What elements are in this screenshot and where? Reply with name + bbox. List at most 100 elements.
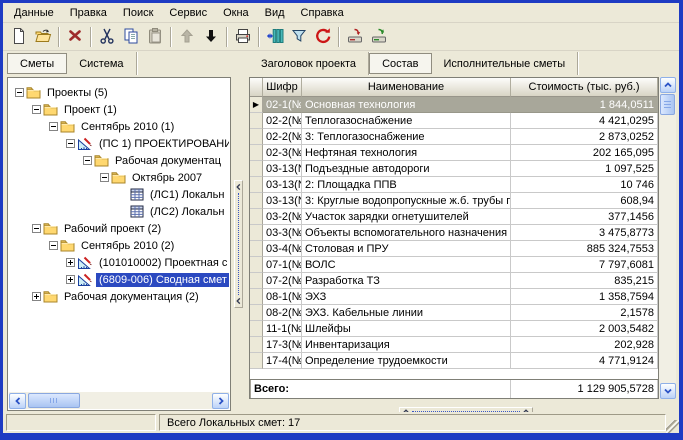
tree-item-label[interactable]: Проект (1) [61,103,120,117]
tree-item-1[interactable]: Проект (1) [9,101,229,118]
tree-item-11[interactable]: (6809-006) Сводная смет [9,271,229,288]
tree-item-0[interactable]: Проекты (5) [9,84,229,101]
fit-columns-button[interactable] [263,26,287,49]
tree-item-5[interactable]: Октябрь 2007 [9,169,229,186]
cell-name[interactable]: Теплогазоснабжение [302,113,511,129]
table-row-10[interactable]: 07-1(№ВОЛС7 797,6081 [250,257,658,273]
cell-code[interactable]: 03-13(№ [263,177,302,193]
tree-item-label[interactable]: (101010002) Проектная с [96,256,229,270]
refresh-button[interactable] [311,26,335,49]
cell-name[interactable]: 3: Круглые водопропускные ж.б. трубы п [302,193,511,209]
filter-button[interactable] [287,26,311,49]
cell-name[interactable]: Участок зарядки огнетушителей [302,209,511,225]
collapse-toggle[interactable] [66,139,75,148]
tree-scrollbar-thumb[interactable] [28,393,80,408]
cell-code[interactable]: 03-3(№ [263,225,302,241]
cell-name[interactable]: Основная технология [302,97,511,113]
vertical-splitter[interactable] [234,180,243,308]
cell-cost[interactable]: 2 003,5482 [511,321,658,337]
cell-name[interactable]: 3: Теплогазоснабжение [302,129,511,145]
cell-code[interactable]: 17-4(№ [263,353,302,369]
scroll-left-button[interactable] [9,393,26,409]
table-vertical-scrollbar[interactable] [659,77,676,399]
tree-item-8[interactable]: Рабочий проект (2) [9,220,229,237]
collapse-toggle[interactable] [15,88,24,97]
table-row-7[interactable]: 03-2(№Участок зарядки огнетушителей377,1… [250,209,658,225]
tree-item-label[interactable]: Рабочая документация (2) [61,290,202,304]
tab-zagolovok-proekta[interactable]: Заголовок проекта [249,52,369,75]
tree-item-label[interactable]: (ЛС1) Локальн [147,188,227,202]
menu-edit[interactable]: Правка [62,4,115,22]
tree-item-9[interactable]: Сентябрь 2010 (2) [9,237,229,254]
tree-item-label[interactable]: (ПС 1) ПРОЕКТИРОВАНИ [96,137,229,151]
cell-code[interactable]: 07-1(№ [263,257,302,273]
tree-item-label[interactable]: Рабочий проект (2) [61,222,164,236]
table-row-2[interactable]: 02-2(№3: Теплогазоснабжение2 873,0252 [250,129,658,145]
move-down-button[interactable] [199,26,223,49]
tree-item-10[interactable]: (101010002) Проектная с [9,254,229,271]
cell-code[interactable]: 02-2(№ [263,113,302,129]
scroll-down-button[interactable] [660,383,676,399]
cell-cost[interactable]: 2 873,0252 [511,129,658,145]
menu-search[interactable]: Поиск [115,4,161,22]
tree-item-label[interactable]: Сентябрь 2010 (1) [78,120,177,134]
scroll-right-button[interactable] [212,393,229,409]
tree-item-label[interactable]: (6809-006) Сводная смет [96,273,229,287]
cell-name[interactable]: Определение трудоемкости [302,353,511,369]
menu-help[interactable]: Справка [293,4,352,22]
cell-code[interactable]: 11-1(№ [263,321,302,337]
expand-toggle[interactable] [66,258,75,267]
cell-name[interactable]: Разработка ТЗ [302,273,511,289]
table-row-12[interactable]: 08-1(№ЭХЗ1 358,7594 [250,289,658,305]
tree-item-3[interactable]: (ПС 1) ПРОЕКТИРОВАНИ [9,135,229,152]
table-row-13[interactable]: 08-2(№ЭХЗ. Кабельные линии2,1578 [250,305,658,321]
export-button[interactable] [367,26,391,49]
collapse-toggle[interactable] [100,173,109,182]
tree-item-label[interactable]: Проекты (5) [44,86,111,100]
tree-item-2[interactable]: Сентябрь 2010 (1) [9,118,229,135]
cell-code[interactable]: 08-2(№ [263,305,302,321]
table-scrollbar-thumb[interactable] [660,94,675,115]
cut-button[interactable] [95,26,119,49]
tree-horizontal-scrollbar[interactable] [9,392,229,409]
open-folder-button[interactable] [31,26,55,49]
print-button[interactable] [231,26,255,49]
cell-code[interactable]: 08-1(№ [263,289,302,305]
cell-cost[interactable]: 4 771,9124 [511,353,658,369]
tab-ispolnitelnye-smety[interactable]: Исполнительные сметы [432,52,579,75]
cell-cost[interactable]: 835,215 [511,273,658,289]
column-header-cost[interactable]: Стоимость (тыс. руб.) [511,78,658,97]
menu-view[interactable]: Вид [257,4,293,22]
cell-name[interactable]: Подъездные автодороги [302,161,511,177]
table-row-5[interactable]: 03-13(№2: Площадка ППВ10 746 [250,177,658,193]
tab-sostav[interactable]: Состав [369,53,431,74]
cell-cost[interactable]: 1 358,7594 [511,289,658,305]
tree-item-4[interactable]: Рабочая документац [9,152,229,169]
cell-name[interactable]: Объекты вспомогательного назначения [302,225,511,241]
delete-button[interactable] [63,26,87,49]
cell-cost[interactable]: 1 097,525 [511,161,658,177]
cell-cost[interactable]: 3 475,8773 [511,225,658,241]
scroll-up-button[interactable] [660,77,676,93]
cell-name[interactable]: Инвентаризация [302,337,511,353]
cell-code[interactable]: 02-2(№ [263,129,302,145]
expand-toggle[interactable] [66,275,75,284]
table-row-1[interactable]: 02-2(№Теплогазоснабжение4 421,0295 [250,113,658,129]
cell-name[interactable]: Столовая и ПРУ [302,241,511,257]
cell-code[interactable]: 03-4(№ [263,241,302,257]
tree-item-12[interactable]: Рабочая документация (2) [9,288,229,305]
menu-windows[interactable]: Окна [215,4,257,22]
cell-name[interactable]: ВОЛС [302,257,511,273]
column-header-name[interactable]: Наименование [302,78,511,97]
copy-button[interactable] [119,26,143,49]
cell-cost[interactable]: 202,928 [511,337,658,353]
cell-cost[interactable]: 7 797,6081 [511,257,658,273]
cell-code[interactable]: 03-2(№ [263,209,302,225]
new-document-button[interactable] [7,26,31,49]
cell-name[interactable]: Нефтяная технология [302,145,511,161]
tree-item-label[interactable]: (ЛС2) Локальн [147,205,227,219]
collapse-toggle[interactable] [49,122,58,131]
collapse-toggle[interactable] [32,105,41,114]
cell-name[interactable]: ЭХЗ. Кабельные линии [302,305,511,321]
expand-toggle[interactable] [32,292,41,301]
